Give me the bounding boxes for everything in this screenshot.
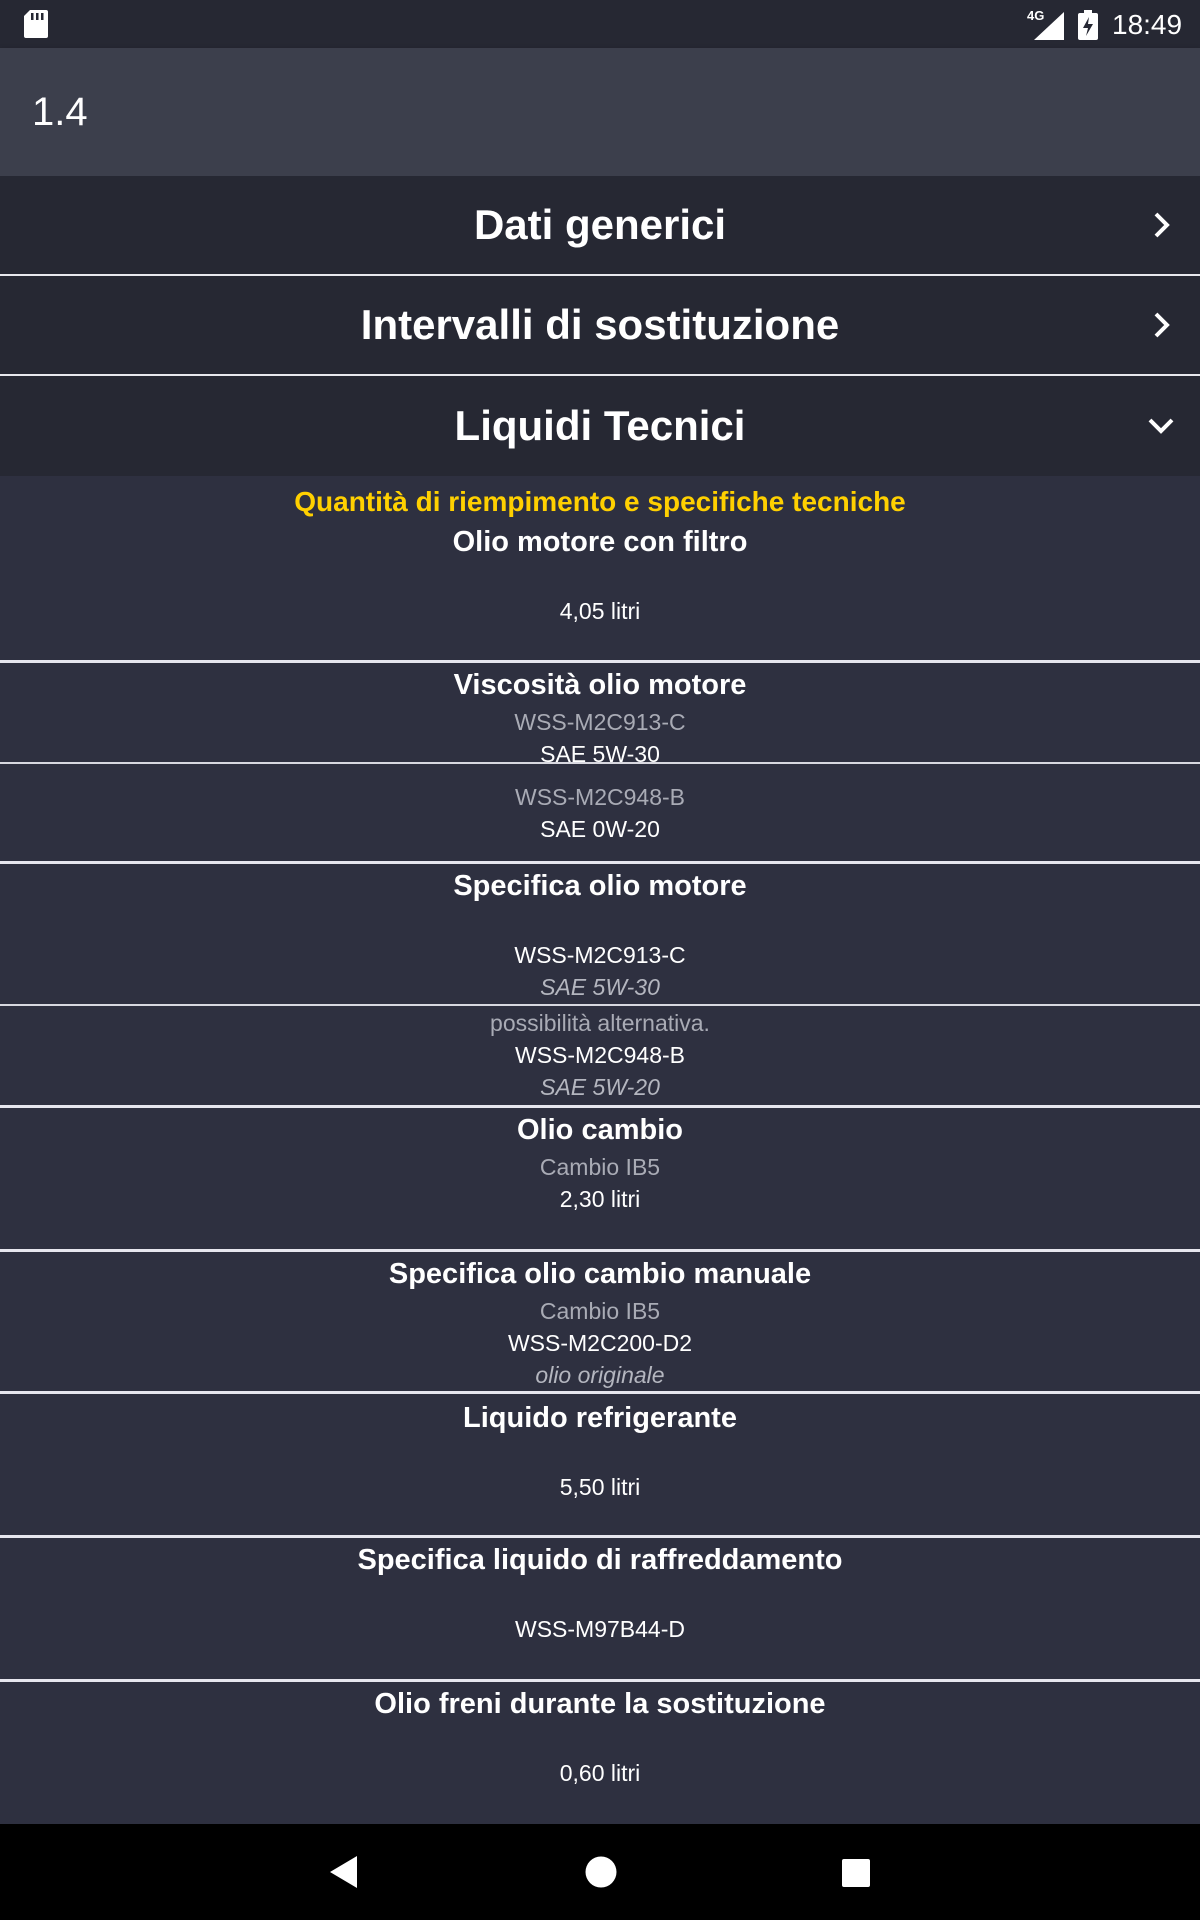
item-spec: WSS-M2C913-C	[514, 709, 686, 735]
list-item-oil-spec: Specifica olio motore WSS-M2C913-C SAE 5…	[0, 864, 1200, 1006]
back-icon[interactable]	[327, 1854, 361, 1890]
section-intervalli-di-sostituzione[interactable]: Intervalli di sostituzione	[0, 276, 1200, 376]
recents-icon[interactable]	[841, 1858, 871, 1888]
status-bar: 4G 18:49	[0, 0, 1200, 48]
item-spec: WSS-M2C913-C	[514, 942, 686, 968]
item-spec: WSS-M2C948-B	[515, 784, 685, 810]
item-title: Olio freni durante la sostituzione	[374, 1688, 826, 1720]
list-item-oil-with-filter: Quantità di riempimento e specifiche tec…	[0, 478, 1200, 663]
item-title: Specifica olio cambio manuale	[388, 1258, 812, 1290]
sd-card-icon	[24, 10, 48, 38]
section-label: Dati generici	[473, 201, 727, 248]
list-item-oil-viscosity: Viscosità olio motore WSS-M2C913-C SAE 5…	[0, 663, 1200, 767]
item-grade: SAE 5W-30	[540, 974, 660, 1000]
item-value: 4,05 litri	[559, 598, 641, 624]
section-label: Intervalli di sostituzione	[360, 301, 840, 348]
item-note: olio originale	[535, 1362, 665, 1388]
home-icon[interactable]	[584, 1854, 618, 1890]
list-item-coolant-spec: Specifica liquido di raffreddamento WSS-…	[0, 1538, 1200, 1682]
section-label: Liquidi Tecnici	[454, 402, 746, 449]
list-item-coolant: Liquido refrigerante 5,50 litri	[0, 1394, 1200, 1538]
item-title: Specifica olio motore	[453, 870, 747, 902]
list-item-gearbox-oil: Olio cambio Cambio IB5 2,30 litri	[0, 1108, 1200, 1252]
liquids-content[interactable]: Quantità di riempimento e specifiche tec…	[0, 478, 1200, 1824]
app-bar: 1.4	[0, 48, 1200, 176]
item-spec: WSS-M2C200-D2	[507, 1330, 693, 1356]
item-value: WSS-M97B44-D	[515, 1616, 685, 1642]
item-value: 5,50 litri	[559, 1474, 641, 1500]
item-value: SAE 0W-20	[540, 816, 660, 842]
item-title: Liquido refrigerante	[463, 1402, 737, 1434]
item-value: 2,30 litri	[559, 1186, 641, 1212]
item-title: Olio cambio	[517, 1114, 683, 1146]
chevron-down-icon	[1148, 418, 1174, 434]
list-item-oil-spec-alt: possibilità alternativa. WSS-M2C948-B SA…	[0, 1006, 1200, 1108]
signal-icon	[1034, 12, 1064, 40]
item-title: Specifica liquido di raffreddamento	[357, 1544, 843, 1576]
item-sub: Cambio IB5	[539, 1298, 661, 1324]
list-item-brake-fluid: Olio freni durante la sostituzione 0,60 …	[0, 1682, 1200, 1824]
list-item-manual-gearbox-spec: Specifica olio cambio manuale Cambio IB5…	[0, 1252, 1200, 1394]
clock: 18:49	[1112, 9, 1183, 40]
item-title: Olio motore con filtro	[452, 526, 748, 558]
item-sub: Cambio IB5	[539, 1154, 661, 1180]
item-spec: WSS-M2C948-B	[515, 1042, 685, 1068]
page-title: 1.4	[32, 90, 88, 134]
item-value: 0,60 litri	[559, 1760, 641, 1786]
item-grade: SAE 5W-20	[540, 1074, 660, 1100]
section-subtitle: Quantità di riempimento e specifiche tec…	[294, 486, 906, 517]
item-note: possibilità alternativa.	[490, 1010, 710, 1036]
item-title: Viscosità olio motore	[453, 669, 747, 701]
navigation-bar	[0, 1824, 1200, 1920]
battery-charging-icon	[1078, 10, 1098, 40]
list-item-oil-viscosity-alt: WSS-M2C948-B SAE 0W-20	[0, 764, 1200, 864]
chevron-right-icon	[1154, 212, 1170, 238]
section-liquidi-tecnici[interactable]: Liquidi Tecnici	[0, 376, 1200, 476]
chevron-right-icon	[1154, 312, 1170, 338]
section-dati-generici[interactable]: Dati generici	[0, 176, 1200, 276]
